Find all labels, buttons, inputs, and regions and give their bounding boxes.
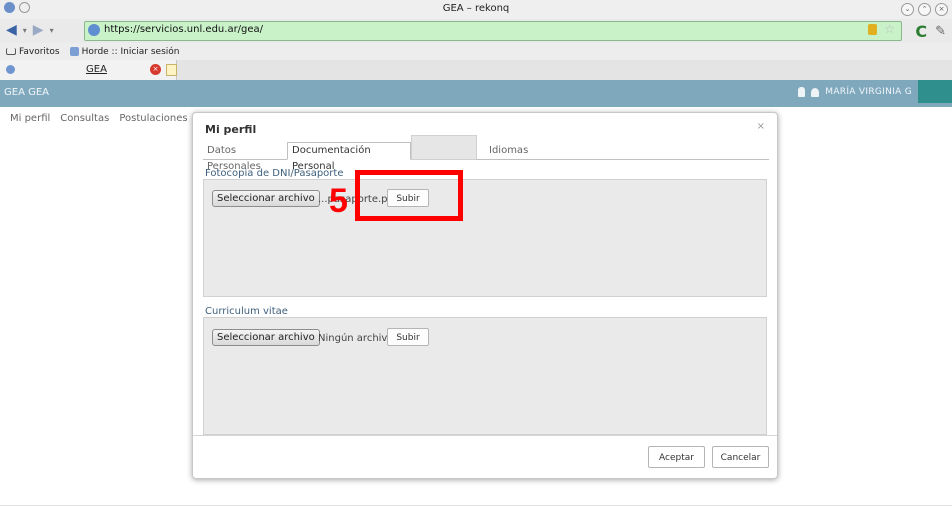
bookmark-star-icon[interactable]: ☆ [884,22,895,36]
browser-tab-bar: GEA × [0,60,952,81]
cancel-button[interactable]: Cancelar [712,446,769,468]
page-divider [0,505,952,506]
section-label-cv: Curriculum vitae [205,306,288,317]
back-history-chevron-icon[interactable]: ▾ [23,26,27,35]
minimize-icon[interactable]: ⌄ [901,3,914,16]
window-titlebar: GEA – rekonq ⌄ ⌃ × [0,0,952,19]
menu-item-consultas[interactable]: Consultas [60,113,109,124]
app-brand[interactable]: GEA GEA [4,87,49,98]
bookmark-horde[interactable]: Horde :: Iniciar sesión [69,46,180,57]
tab-idiomas[interactable]: Idiomas [485,143,549,159]
site-globe-icon [88,24,100,36]
url-text: https://servicios.unl.edu.ar/gea/ [104,24,264,35]
maximize-icon[interactable]: ⌃ [918,3,931,16]
tab-documentacion-personal[interactable]: Documentación Personal [287,142,411,172]
tab-favicon-icon [6,65,15,74]
menu-item-postulaciones[interactable]: Postulaciones [119,113,187,124]
close-tab-icon[interactable]: × [150,64,161,75]
section-label-dni: Fotocopia de DNI/Pasaporte [205,168,344,179]
browser-tab-gea[interactable]: GEA × [0,60,177,80]
nav-buttons: ◀ ▾ ▶ ▾ [6,22,54,38]
app-header: GEA GEA MARÍA VIRGINIA G [0,80,952,107]
settings-wrench-icon[interactable]: ✎ [935,24,946,39]
user-icon [811,87,820,97]
window-controls: ⌄ ⌃ × [901,3,948,16]
tab-label: GEA [86,64,107,75]
bookmark-label: Favoritos [19,46,60,57]
menu-item-mi-perfil[interactable]: Mi perfil [10,113,50,124]
section-panel-cv: Seleccionar archivo Ningún archivo sele … [203,317,767,435]
user-menu-block[interactable] [918,80,952,103]
notification-bell-icon[interactable] [798,87,806,97]
app-menu: Mi perfil Consultas Postulaciones [10,113,188,124]
reload-icon[interactable]: C [915,22,927,41]
modal-tabs: Datos Personales Documentación Personal … [203,135,769,172]
bookmarks-bar: Favoritos Horde :: Iniciar sesión [0,43,952,60]
home-icon [6,48,16,55]
modal-footer: Aceptar Cancelar [193,435,777,468]
url-bar[interactable]: https://servicios.unl.edu.ar/gea/ ☆ [84,21,902,41]
step-number: 5 [329,182,348,220]
highlight-box [355,170,463,221]
bookmark-label: Horde :: Iniciar sesión [81,46,180,57]
bookmark-favoritos[interactable]: Favoritos [6,47,60,57]
select-file-button-dni[interactable]: Seleccionar archivo [212,190,320,207]
tab-datos-personales[interactable]: Datos Personales [203,143,291,172]
user-name[interactable]: MARÍA VIRGINIA G [825,87,912,97]
globe-icon [69,47,79,56]
ssl-lock-icon[interactable] [868,24,877,35]
modal-title: Mi perfil [205,123,257,136]
navigation-toolbar: ◀ ▾ ▶ ▾ https://servicios.unl.edu.ar/gea… [0,19,952,43]
upload-button-cv[interactable]: Subir [387,328,429,346]
select-file-button-cv[interactable]: Seleccionar archivo [212,329,320,346]
close-window-icon[interactable]: × [935,3,948,16]
forward-arrow-icon[interactable]: ▶ [33,22,44,38]
section-panel-dni: Seleccionar archivo ...pasaporte.pdf Sub… [203,179,767,297]
tab-hidden[interactable] [411,135,477,160]
new-tab-icon[interactable] [166,64,177,76]
back-arrow-icon[interactable]: ◀ [6,22,17,38]
close-icon[interactable]: × [757,121,765,132]
accept-button[interactable]: Aceptar [648,446,705,468]
toolbar-icons: C ✎ [915,22,946,41]
forward-history-chevron-icon[interactable]: ▾ [50,26,54,35]
profile-modal: Mi perfil × Datos Personales Documentaci… [192,112,778,479]
user-area: MARÍA VIRGINIA G [798,87,912,97]
window-title: GEA – rekonq [442,3,510,14]
